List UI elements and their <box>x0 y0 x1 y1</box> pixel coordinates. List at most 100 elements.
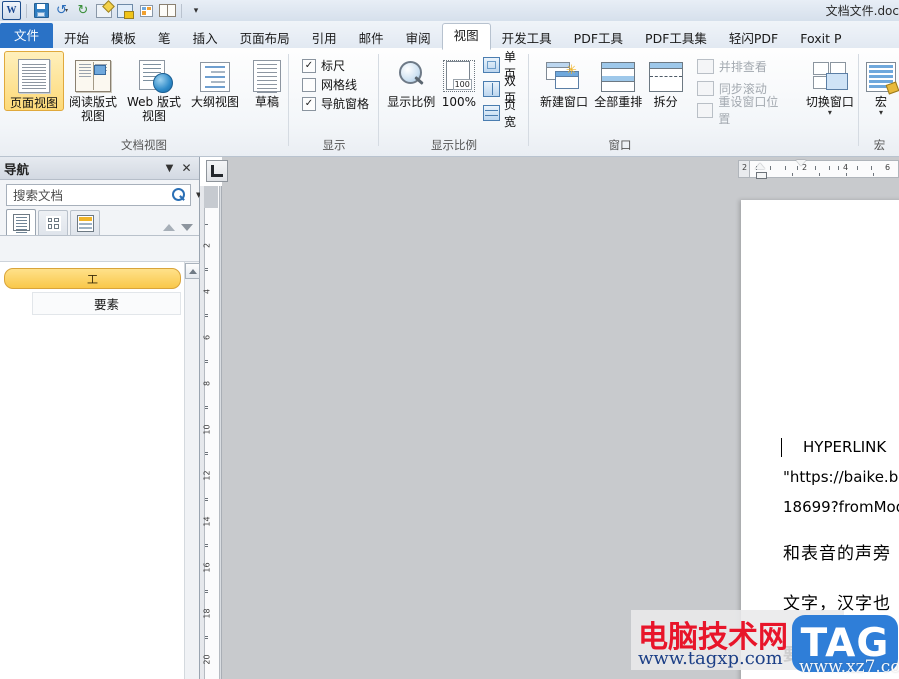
checkbox-navigation-pane[interactable]: ✓ 导航窗格 <box>302 94 369 113</box>
switch-windows-button[interactable]: 切换窗口 ▾ <box>802 51 858 117</box>
first-line-indent-marker[interactable] <box>796 160 806 166</box>
heading-item-selected[interactable]: 工 <box>4 268 181 289</box>
ruler-mark: 6 <box>202 334 212 341</box>
view-button-label: 阅读版式视图 <box>68 95 117 123</box>
sync-scroll-icon <box>696 80 714 96</box>
ribbon: 页面视图 阅读版式视图 Web 版式视图 大纲视图 草稿 文档视图 ✓ 标尺 网… <box>0 48 899 157</box>
search-box[interactable] <box>6 184 191 206</box>
ruler-tick <box>205 500 208 501</box>
ruler-tick <box>205 362 208 363</box>
quick-access-toolbar: W ↺ ▾ ↻ ▾ <box>2 1 205 20</box>
word-logo-icon[interactable]: W <box>2 1 21 20</box>
navigation-tab-pages[interactable] <box>38 210 68 235</box>
tab-stop-selector[interactable] <box>206 160 228 182</box>
checkbox-gridlines-box[interactable] <box>302 77 316 92</box>
arrange-all-button[interactable]: 全部重排 <box>592 51 644 109</box>
ruler-tick <box>205 360 208 361</box>
arrange-all-icon <box>601 54 636 92</box>
arrange-all-label: 全部重排 <box>594 95 643 109</box>
tile-icon[interactable] <box>137 2 155 19</box>
left-tab-stop-icon <box>211 165 223 177</box>
tab-view[interactable]: 视图 <box>441 23 491 50</box>
customize-qat-icon[interactable]: ▾ <box>187 2 205 19</box>
split-button[interactable]: 拆分 <box>644 51 687 109</box>
redo-icon[interactable]: ↻ <box>74 2 92 19</box>
next-result-icon[interactable] <box>181 224 193 231</box>
split-icon <box>648 54 683 92</box>
ruler-mark: 12 <box>202 470 212 481</box>
search-icon[interactable] <box>171 187 186 203</box>
view-button-print-layout[interactable]: 页面视图 <box>4 51 64 111</box>
watermark-site-url: www.tagxp.com <box>638 648 783 669</box>
ruler-tick <box>205 452 208 453</box>
checkbox-navigation-pane-box[interactable]: ✓ <box>302 96 316 111</box>
view-button-full-screen-reading[interactable]: 阅读版式视图 <box>64 51 122 123</box>
edit2-icon[interactable] <box>116 2 134 19</box>
view-button-outline[interactable]: 大纲视图 <box>186 51 244 109</box>
undo-icon[interactable]: ↺ ▾ <box>53 2 71 19</box>
checkbox-ruler-box[interactable]: ✓ <box>302 58 316 73</box>
page-width-button[interactable]: 页宽 <box>481 98 528 129</box>
previous-result-icon[interactable] <box>163 224 175 231</box>
hanging-indent-marker[interactable] <box>755 163 765 169</box>
reset-window-position-button[interactable]: 重设窗口位置 <box>696 95 788 126</box>
book-icon[interactable] <box>158 2 176 19</box>
switch-windows-label: 切换窗口 <box>805 95 854 109</box>
macros-button[interactable]: 宏 ▾ <box>864 51 899 117</box>
navigation-tab-headings[interactable] <box>6 209 36 235</box>
ruler-tick <box>205 268 208 269</box>
vertical-ruler[interactable]: 2 4 6 8 10 12 14 16 18 20 <box>200 186 222 679</box>
search-input[interactable] <box>11 186 171 204</box>
horizontal-ruler[interactable]: 2 2 4 6 <box>738 160 899 179</box>
view-button-draft[interactable]: 草稿 <box>244 51 290 109</box>
document-page[interactable]: HYPERLINK "https://baike.bai 18699?fromM… <box>741 200 899 679</box>
view-button-web-layout[interactable]: Web 版式视图 <box>122 51 186 123</box>
zoom-button[interactable]: 显示比例 <box>386 51 436 109</box>
checkbox-gridlines[interactable]: 网格线 <box>302 75 357 94</box>
zoom-button-label: 显示比例 <box>387 95 436 109</box>
group-label-document-views: 文档视图 <box>121 138 167 152</box>
ribbon-tabs: 文件 开始 模板 笔 插入 页面布局 引用 邮件 审阅 视图 开发工具 PDF工… <box>0 21 853 50</box>
reset-window-icon <box>696 102 714 118</box>
view-button-label: 页面视图 <box>9 96 58 110</box>
ruler-tick <box>205 636 208 637</box>
checkbox-ruler-label: 标尺 <box>321 59 346 73</box>
chevron-down-icon[interactable]: ▾ <box>879 109 883 117</box>
ruler-mark: 2 <box>742 163 748 172</box>
new-window-button[interactable]: ✳ 新建窗口 <box>536 51 592 109</box>
left-indent-marker[interactable] <box>756 172 767 179</box>
side-by-side-icon <box>696 58 714 74</box>
heading-item[interactable]: 要素 <box>32 292 181 315</box>
ruler-mark: 4 <box>843 163 849 172</box>
document-text-line: 18699?fromModu <box>783 498 899 516</box>
save-icon[interactable] <box>32 2 50 19</box>
divider <box>181 3 182 18</box>
ruler-tick <box>205 590 208 591</box>
view-side-by-side-button[interactable]: 并排查看 <box>696 55 788 77</box>
switch-windows-icon <box>812 54 848 92</box>
title-bar: W ↺ ▾ ↻ ▾ 文档文件.doc <box>0 0 899 22</box>
checkbox-gridlines-label: 网格线 <box>321 78 358 92</box>
navigation-scrollbar[interactable] <box>184 262 200 679</box>
edit-icon[interactable] <box>95 2 113 19</box>
navigation-pane-options-icon[interactable]: ▼ <box>161 160 178 177</box>
document-text-line: 和表音的声旁 <box>783 544 891 564</box>
new-window-label: 新建窗口 <box>540 95 589 109</box>
page-width-label: 页宽 <box>503 98 516 129</box>
group-label-window: 窗口 <box>608 138 632 152</box>
document-text-line: "https://baike.bai <box>783 468 899 486</box>
group-divider <box>378 54 379 146</box>
heading-list: 工 要素 <box>0 262 185 679</box>
zoom-100-button[interactable]: 100 100% <box>436 51 481 109</box>
ribbon-group-document-views: 页面视图 阅读版式视图 Web 版式视图 大纲视图 草稿 文档视图 <box>0 48 288 156</box>
tab-file[interactable]: 文件 <box>0 23 54 49</box>
watermark-secondary-url: www.xz7.com <box>799 657 899 677</box>
chevron-down-icon[interactable]: ▾ <box>828 109 832 117</box>
close-icon[interactable]: ✕ <box>178 160 195 177</box>
checkbox-ruler[interactable]: ✓ 标尺 <box>302 56 345 75</box>
navigation-pane-body: 工 要素 <box>0 261 200 679</box>
macro-icon <box>866 54 899 95</box>
document-canvas: HYPERLINK "https://baike.bai 18699?fromM… <box>222 180 899 679</box>
scroll-up-button[interactable] <box>185 263 200 279</box>
navigation-tab-results[interactable] <box>70 210 100 235</box>
